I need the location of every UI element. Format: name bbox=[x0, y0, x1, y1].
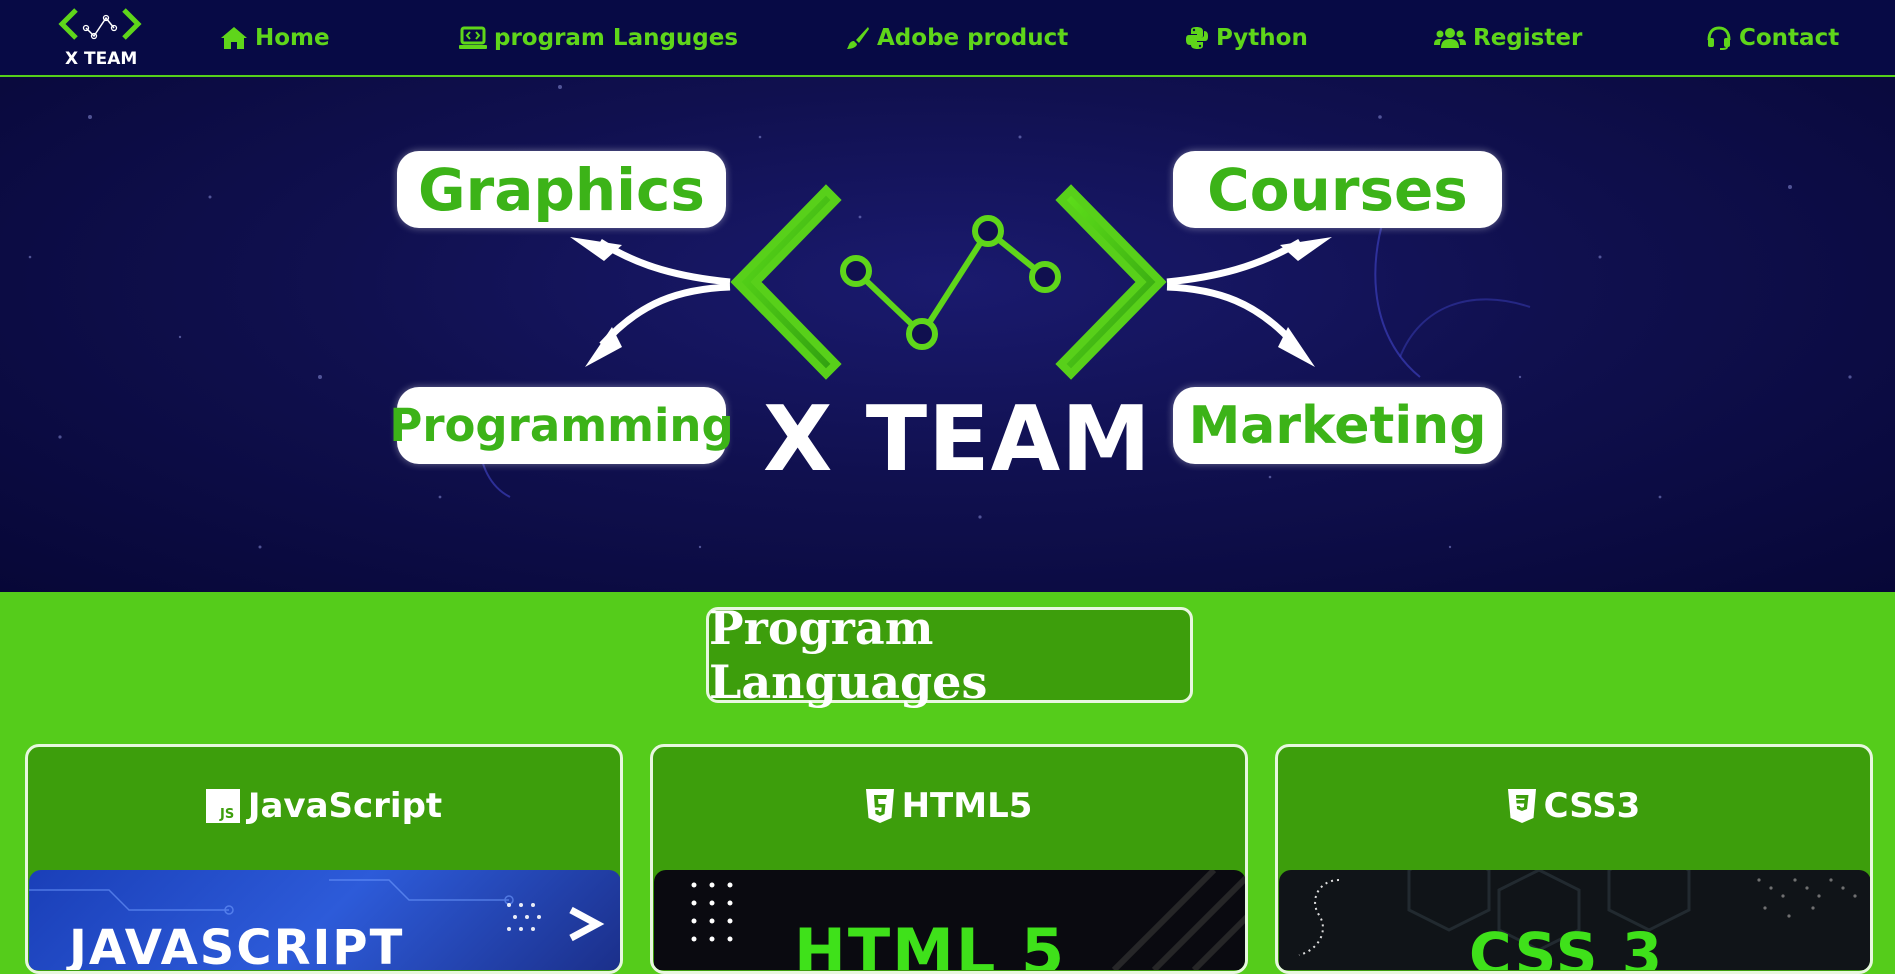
nav-home[interactable]: Home bbox=[220, 22, 330, 54]
nav-program-languages[interactable]: program Languges bbox=[459, 22, 738, 54]
card-header: CSS3 bbox=[1278, 785, 1870, 827]
nav-register[interactable]: Register bbox=[1434, 22, 1582, 54]
js-icon: JS bbox=[205, 789, 240, 823]
card-image-text: CSS 3 bbox=[1469, 920, 1665, 970]
logo-brackets-icon bbox=[58, 8, 142, 40]
card-image-text: HTML 5 bbox=[794, 915, 1067, 970]
card-title: JavaScript bbox=[247, 786, 443, 826]
headset-icon bbox=[1707, 26, 1731, 50]
hero-banner: Graphics Courses Programming Marketing X… bbox=[0, 77, 1895, 592]
card-image[interactable]: CSS 3 bbox=[1279, 870, 1870, 970]
svg-text:JS: JS bbox=[219, 807, 234, 822]
nav-register-label: Register bbox=[1473, 25, 1583, 51]
html5-icon bbox=[865, 789, 894, 823]
card-image[interactable]: HTML 5 bbox=[654, 870, 1245, 970]
nav-contact[interactable]: Contact bbox=[1706, 22, 1839, 54]
python-icon bbox=[1186, 27, 1208, 49]
card-title: CSS3 bbox=[1543, 786, 1641, 826]
section-title: Program Languages bbox=[706, 601, 1193, 709]
logo-text: X TEAM bbox=[65, 49, 138, 69]
nav-program-languages-label: program Languges bbox=[494, 25, 739, 51]
brand-logo-graphic bbox=[570, 184, 1332, 380]
paint-brush-icon bbox=[847, 27, 869, 49]
css3-icon bbox=[1507, 789, 1536, 823]
course-card-html5[interactable]: HTML5 HTML 5 bbox=[650, 744, 1248, 974]
laptop-code-icon bbox=[459, 26, 487, 49]
card-header: JS JavaScript bbox=[28, 785, 620, 827]
nav-adobe-product-label: Adobe product bbox=[877, 25, 1069, 51]
home-icon bbox=[221, 27, 247, 49]
card-title: HTML5 bbox=[901, 786, 1033, 826]
hero-pill-graphics: Graphics bbox=[397, 151, 726, 228]
site-logo[interactable]: X TEAM bbox=[50, 6, 150, 69]
card-image-text: JAVASCRIPT bbox=[69, 920, 405, 970]
course-card-css3[interactable]: CSS3 CSS 3 bbox=[1275, 744, 1873, 974]
hero-pill-marketing: Marketing bbox=[1173, 387, 1502, 464]
nav-python[interactable]: Python bbox=[1185, 22, 1308, 54]
course-card-javascript[interactable]: JS JavaScript JAVASCRIPT bbox=[25, 744, 623, 974]
top-navbar: X TEAM Home program Languges Adobe produ… bbox=[0, 0, 1895, 77]
users-icon bbox=[1434, 28, 1466, 48]
card-image[interactable]: JAVASCRIPT bbox=[29, 870, 620, 970]
card-header: HTML5 bbox=[653, 785, 1245, 827]
hero-pill-programming: Programming bbox=[389, 387, 734, 464]
nav-home-label: Home bbox=[255, 25, 330, 51]
hero-pill-courses: Courses bbox=[1173, 151, 1502, 228]
nav-python-label: Python bbox=[1216, 25, 1308, 51]
nav-adobe-product[interactable]: Adobe product bbox=[846, 22, 1068, 54]
hero-brand-text: X TEAM bbox=[763, 387, 1152, 492]
nav-contact-label: Contact bbox=[1739, 25, 1840, 51]
